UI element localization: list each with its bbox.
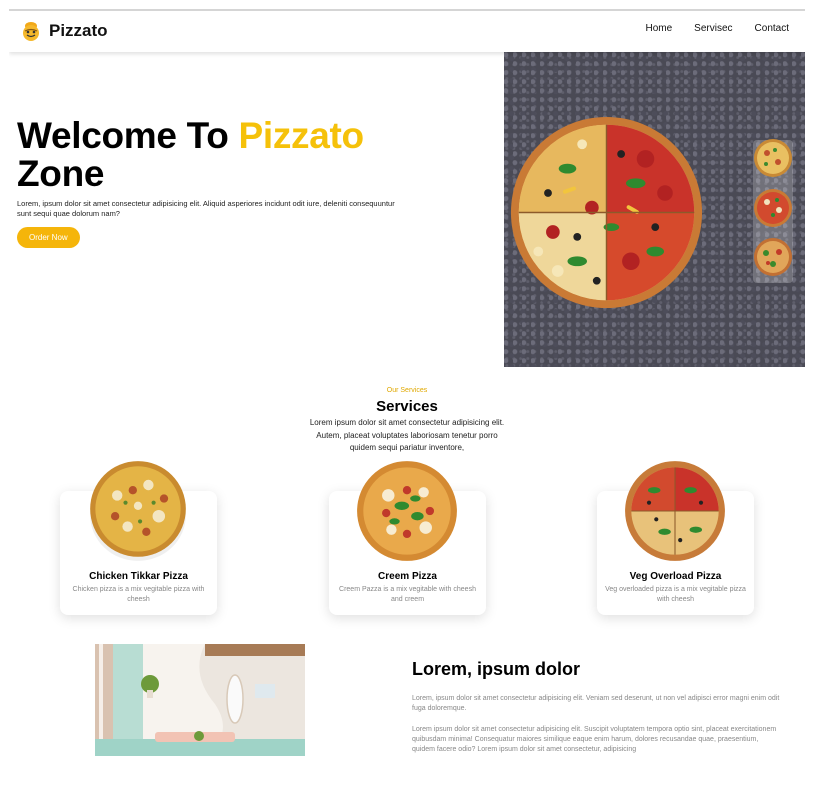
- nav-links: Home Servisec Contact: [645, 23, 789, 34]
- about-paragraph-1: Lorem, ipsum dolor sit amet consectetur …: [412, 695, 780, 712]
- navbar: Pizzato Home Servisec Contact: [9, 11, 805, 52]
- page-frame: Pizzato Home Servisec Contact Welcome To…: [9, 9, 805, 787]
- service-card-2-description: Creem Pazza is a mix vegitable with chee…: [339, 586, 476, 603]
- restaurant-interior-image: [95, 644, 305, 756]
- creem-pizza-image: [357, 461, 457, 561]
- hero-title-end: Zone: [17, 153, 105, 194]
- hero-pizza-image: [510, 116, 703, 309]
- pizza-thumbnail-2[interactable]: [753, 188, 793, 228]
- hero-title: Welcome To Pizzato Zone: [17, 117, 417, 193]
- about-paragraph-2: Lorem ipsum dolor sit amet consectetur a…: [412, 726, 777, 753]
- about-title: Lorem, ipsum dolor: [412, 659, 581, 679]
- nav-home-link[interactable]: Home: [645, 23, 672, 34]
- veg-overload-pizza-image: [625, 461, 725, 561]
- hero-title-start: Welcome To: [17, 115, 229, 156]
- hero-description: Lorem, ipsum dolor sit amet consectetur …: [17, 199, 395, 218]
- logo[interactable]: Pizzato: [20, 19, 108, 43]
- hero-content: Welcome To Pizzato Zone Lorem, ipsum dol…: [17, 117, 417, 248]
- services-title: Services: [376, 398, 438, 415]
- nav-contact-link[interactable]: Contact: [755, 23, 789, 34]
- order-now-button[interactable]: Order Now: [17, 227, 80, 248]
- pizza-thumbnail-3[interactable]: [753, 237, 793, 277]
- hero-image-panel: [504, 52, 805, 367]
- service-card-3-title: Veg Overload Pizza: [629, 571, 722, 582]
- services-subtitle: Our Services: [386, 387, 428, 394]
- service-card-1-title: Chicken Tikkar Pizza: [89, 571, 188, 582]
- service-card-1-description: Chicken pizza is a mix vegitable pizza w…: [72, 586, 205, 603]
- brand-name: Pizzato: [49, 21, 108, 40]
- chicken-tikka-pizza-image: [90, 461, 186, 561]
- pizza-thumbnail-1[interactable]: [753, 138, 793, 178]
- services-description: Lorem ipsum dolor sit amet consectetur a…: [309, 418, 505, 452]
- service-card-2-title: Creem Pizza: [378, 571, 437, 582]
- pizza-chef-icon: [20, 20, 42, 42]
- service-card-3-description: Veg overloaded pizza is a mix vegitable …: [605, 586, 746, 603]
- nav-services-link[interactable]: Servisec: [694, 23, 732, 34]
- hero-title-accent: Pizzato: [238, 115, 365, 156]
